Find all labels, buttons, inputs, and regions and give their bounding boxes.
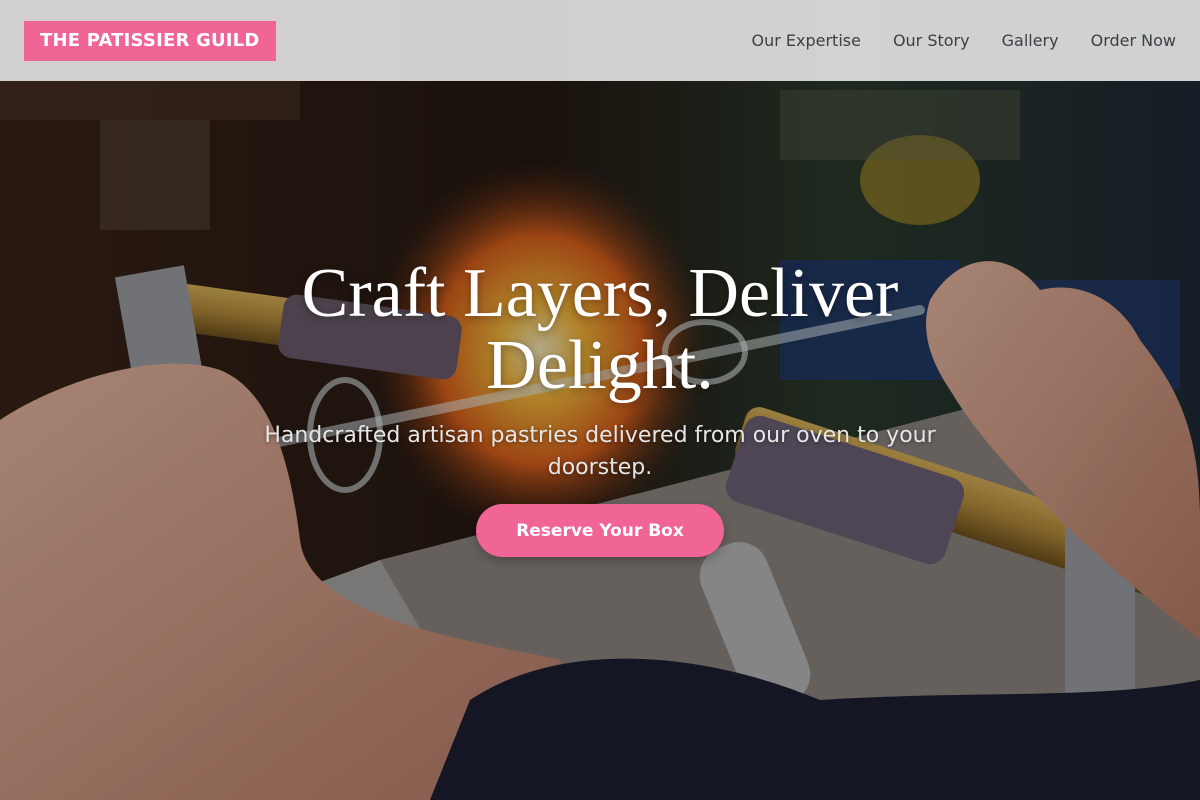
navbar: THE PATISSIER GUILD Our Expertise Our St…: [0, 0, 1200, 81]
nav-link-order-now[interactable]: Order Now: [1091, 31, 1176, 50]
nav-link-gallery[interactable]: Gallery: [1002, 31, 1059, 50]
reserve-box-button[interactable]: Reserve Your Box: [476, 504, 724, 557]
nav-links: Our Expertise Our Story Gallery Order No…: [751, 31, 1176, 50]
hero-subtitle: Handcrafted artisan pastries delivered f…: [264, 423, 936, 480]
nav-link-our-expertise[interactable]: Our Expertise: [751, 31, 860, 50]
hero-title: Craft Layers, Deliver Delight.: [301, 255, 899, 404]
brand-logo[interactable]: THE PATISSIER GUILD: [24, 20, 276, 61]
nav-link-our-story[interactable]: Our Story: [893, 31, 970, 50]
hero-section: Craft Layers, Deliver Delight. Handcraft…: [0, 258, 1200, 557]
